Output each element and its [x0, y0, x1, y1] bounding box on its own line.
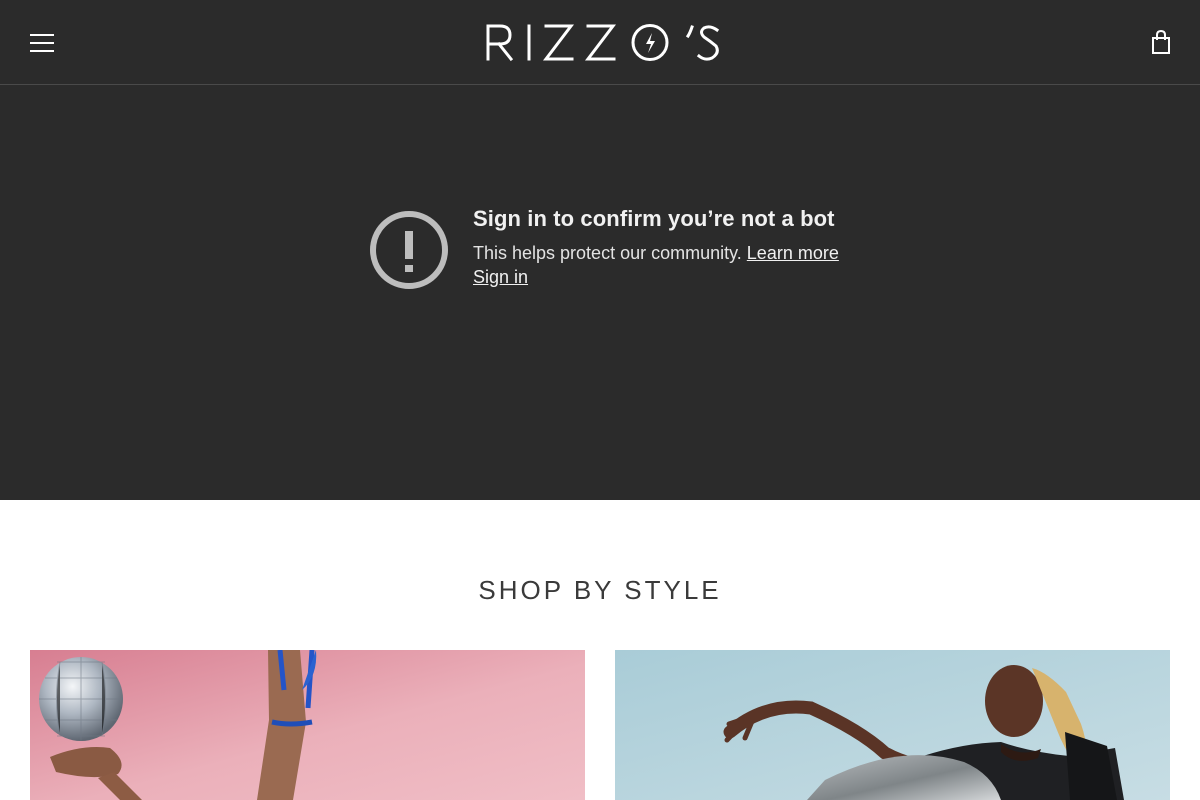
bot-check-message-line: This helps protect our community. Learn …	[473, 243, 839, 264]
rizzos-logo[interactable]	[486, 22, 720, 62]
shopping-bag-icon[interactable]	[1149, 29, 1173, 55]
site-header	[0, 0, 1200, 85]
shop-by-style-heading: SHOP BY STYLE	[478, 574, 722, 605]
embedded-video-notice: Sign in to confirm you’re not a bot This…	[0, 85, 1200, 500]
sign-in-link[interactable]: Sign in	[473, 267, 528, 288]
style-card-lounge[interactable]	[615, 650, 1170, 800]
hamburger-menu-icon[interactable]	[30, 34, 54, 52]
bot-check-message: This helps protect our community.	[473, 243, 742, 263]
bot-check-title: Sign in to confirm you’re not a bot	[473, 206, 835, 231]
satin-loungewear-image	[615, 650, 1170, 800]
disco-ball-heels-image	[30, 650, 585, 800]
logo-wordmark	[486, 24, 720, 62]
style-card-party[interactable]	[30, 650, 585, 800]
learn-more-link[interactable]: Learn more	[747, 243, 839, 263]
exclamation-circle-icon	[368, 209, 450, 291]
